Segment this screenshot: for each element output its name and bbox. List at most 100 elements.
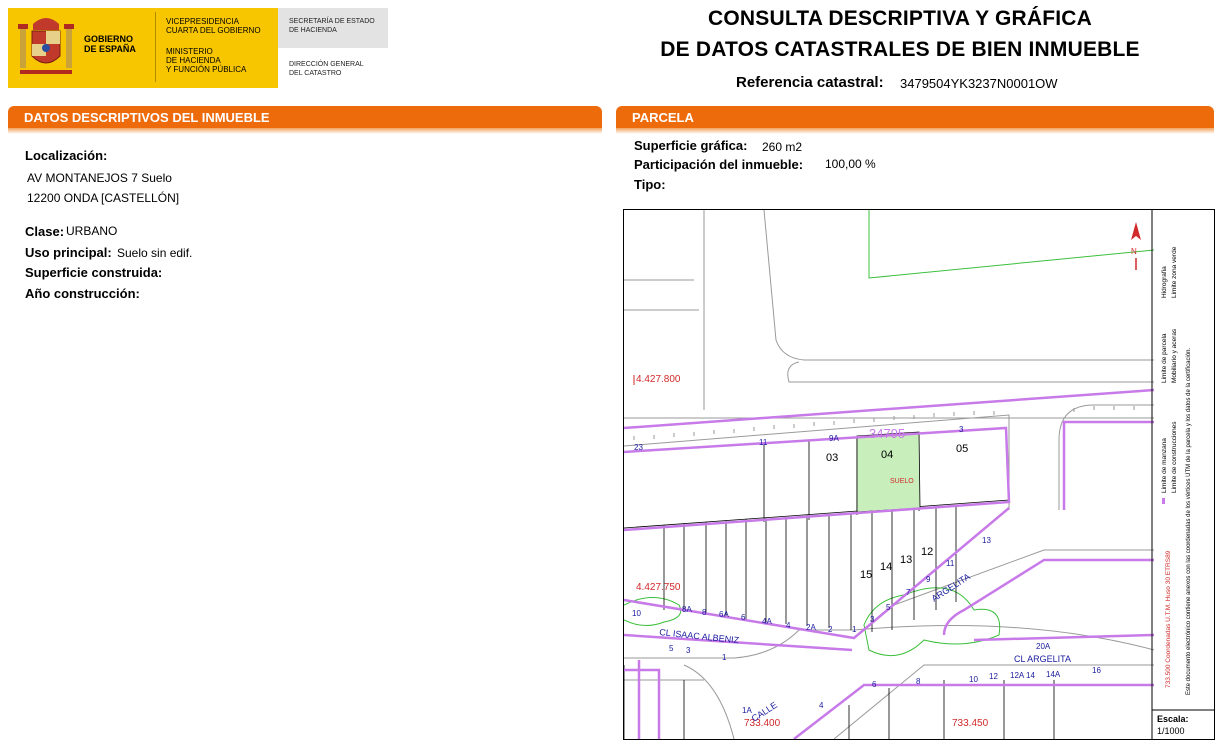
map-drawing: 4.427.800 4.427.750 733.400 733.450 03 0… xyxy=(624,210,1214,739)
street-number: 11 xyxy=(946,559,955,568)
parcela-header-shadow xyxy=(616,128,1214,134)
clase-value: URBANO xyxy=(66,224,118,238)
participacion-label: Participación del inmueble: xyxy=(634,157,804,172)
parcel-label: 03 xyxy=(826,452,838,464)
manzana-line xyxy=(793,683,1154,739)
tipo-label: Tipo: xyxy=(634,177,666,192)
north-arrow-icon: N xyxy=(1131,222,1141,270)
manzana-line xyxy=(942,558,1154,636)
legend-item: Limite zona verde xyxy=(1171,246,1178,298)
street-number: 20A xyxy=(1036,642,1051,651)
page-title-line-2: DE DATOS CATASTRALES DE BIEN INMUEBLE xyxy=(660,38,1140,61)
street-number: 7 xyxy=(906,588,911,597)
legend-item: Hidrografia xyxy=(1161,266,1168,298)
parcel-label: 15 xyxy=(860,569,872,581)
parcel-04-highlight xyxy=(856,431,921,513)
street-number: 16 xyxy=(1092,666,1101,675)
superficie-grafica-label: Superficie gráfica: xyxy=(634,138,748,153)
superficie-grafica-value: 260 m2 xyxy=(762,140,803,154)
participacion-value: 100,00 % xyxy=(825,157,876,171)
uso-value: Suelo sin edif. xyxy=(117,246,193,260)
street-name-cl-argelita: CL ARGELITA xyxy=(1014,654,1071,664)
svg-text:N: N xyxy=(1131,247,1137,256)
street-number: 6A xyxy=(719,610,729,619)
secretaria-line-2: DE HACIENDA xyxy=(289,27,337,34)
street-number: 13 xyxy=(982,536,991,545)
block-label: 34795 xyxy=(869,426,905,441)
legend-item: Limite de manzana xyxy=(1161,438,1168,493)
street-number: 6 xyxy=(872,680,877,689)
vicepresidencia-text: VICEPRESIDENCIA CUARTA DEL GOBIERNO xyxy=(166,17,261,35)
manzana-line xyxy=(1062,420,1154,510)
manzana-line xyxy=(973,633,1155,642)
legend-item: Limite de parcela xyxy=(1161,333,1168,383)
legend-item: Limite de construcciones xyxy=(1171,421,1178,493)
clase-label: Clase: xyxy=(25,224,65,239)
coord-x1: 733.400 xyxy=(744,718,781,729)
coord-labels: 4.427.800 4.427.750 733.400 733.450 xyxy=(633,374,989,729)
street-number: 10 xyxy=(969,675,978,684)
street-number: 9 xyxy=(926,575,931,584)
direccion-line-2: DEL CATASTRO xyxy=(289,70,342,77)
parcel-label: 05 xyxy=(956,443,968,455)
street-number: 5 xyxy=(669,644,674,653)
road-edge xyxy=(763,210,1154,361)
road-edge xyxy=(787,361,1154,383)
cadastral-map: 4.427.800 4.427.750 733.400 733.450 03 0… xyxy=(623,209,1215,740)
ministerio-line-2: DE HACIENDA xyxy=(166,56,221,65)
legend-swatch-manzana xyxy=(1162,498,1165,504)
suelo-label: SUELO xyxy=(890,478,914,485)
datos-section-header: DATOS DESCRIPTIVOS DEL INMUEBLE xyxy=(8,106,602,128)
legend-note: Este documento electrónico contiene anex… xyxy=(1186,347,1192,695)
street-number: 2A xyxy=(806,623,816,632)
street-number: 10 xyxy=(632,609,641,618)
ministerio-text: MINISTERIO DE HACIENDA Y FUNCIÓN PÚBLICA xyxy=(166,47,246,74)
zona-verde-boundary xyxy=(868,210,1155,279)
street-number: 6 xyxy=(741,613,746,622)
street-number: 14A xyxy=(1046,670,1061,679)
coord-y2: 4.427.750 xyxy=(636,582,681,593)
gobierno-text: GOBIERNO DE ESPAÑA xyxy=(84,34,136,54)
parcel-line xyxy=(624,499,1010,529)
vicepresidencia-line-2: CUARTA DEL GOBIERNO xyxy=(166,26,261,35)
parcel-lines xyxy=(624,432,1055,739)
address-line-2: 12200 ONDA [CASTELLÓN] xyxy=(27,191,180,205)
road-edge xyxy=(683,664,735,739)
street-number: 4 xyxy=(819,701,824,710)
anio-construccion-label: Año construcción: xyxy=(25,286,140,301)
parcela-section-header: PARCELA xyxy=(616,106,1214,128)
legend-coords: 733.500 Coordenadas U.T.M. Huso 30 ETRS8… xyxy=(1165,550,1172,688)
street-number: 3 xyxy=(686,646,691,655)
coord-x2: 733.450 xyxy=(952,718,989,729)
localizacion-label: Localización: xyxy=(25,148,108,163)
street-number: 4 xyxy=(786,621,791,630)
road-edge xyxy=(853,625,1155,651)
ref-catastral-label: Referencia catastral: xyxy=(736,74,884,91)
parcel-label: 04 xyxy=(881,449,893,461)
logo-divider xyxy=(155,12,156,82)
manzana-line xyxy=(624,426,1011,532)
street-name-isaac-albeniz: CL ISAAC ALBENIZ xyxy=(659,627,740,645)
direccion-line-1: DIRECCIÓN GENERAL xyxy=(289,61,364,68)
page-title-line-1: CONSULTA DESCRIPTIVA Y GRÁFICA xyxy=(707,7,1093,30)
direccion-text: DIRECCIÓN GENERAL DEL CATASTRO xyxy=(289,60,364,78)
coat-of-arms-icon xyxy=(18,18,74,74)
uso-label: Uso principal: xyxy=(25,245,112,260)
street-number: 2 xyxy=(828,625,833,634)
coord-y1: 4.427.800 xyxy=(636,374,681,385)
street-number: 4A xyxy=(762,617,772,626)
datos-header-shadow xyxy=(8,128,602,134)
street-number: 8A xyxy=(682,605,692,614)
street-number: 14 xyxy=(1026,671,1035,680)
legend: Limite de manzana Limite de parcela Hidr… xyxy=(1161,246,1192,695)
vicepresidencia-line-1: VICEPRESIDENCIA xyxy=(166,17,239,26)
parcel-label: 14 xyxy=(880,561,892,573)
gobierno-line-2: DE ESPAÑA xyxy=(84,44,136,54)
street-number: 8 xyxy=(916,677,921,686)
ministerio-line-1: MINISTERIO xyxy=(166,47,213,56)
street-number: 9A xyxy=(829,434,839,443)
street-number: 12A xyxy=(1010,671,1025,680)
street-number: 11 xyxy=(759,438,768,447)
superficie-construida-label: Superficie construida: xyxy=(25,265,163,280)
street-number: 12 xyxy=(989,672,998,681)
